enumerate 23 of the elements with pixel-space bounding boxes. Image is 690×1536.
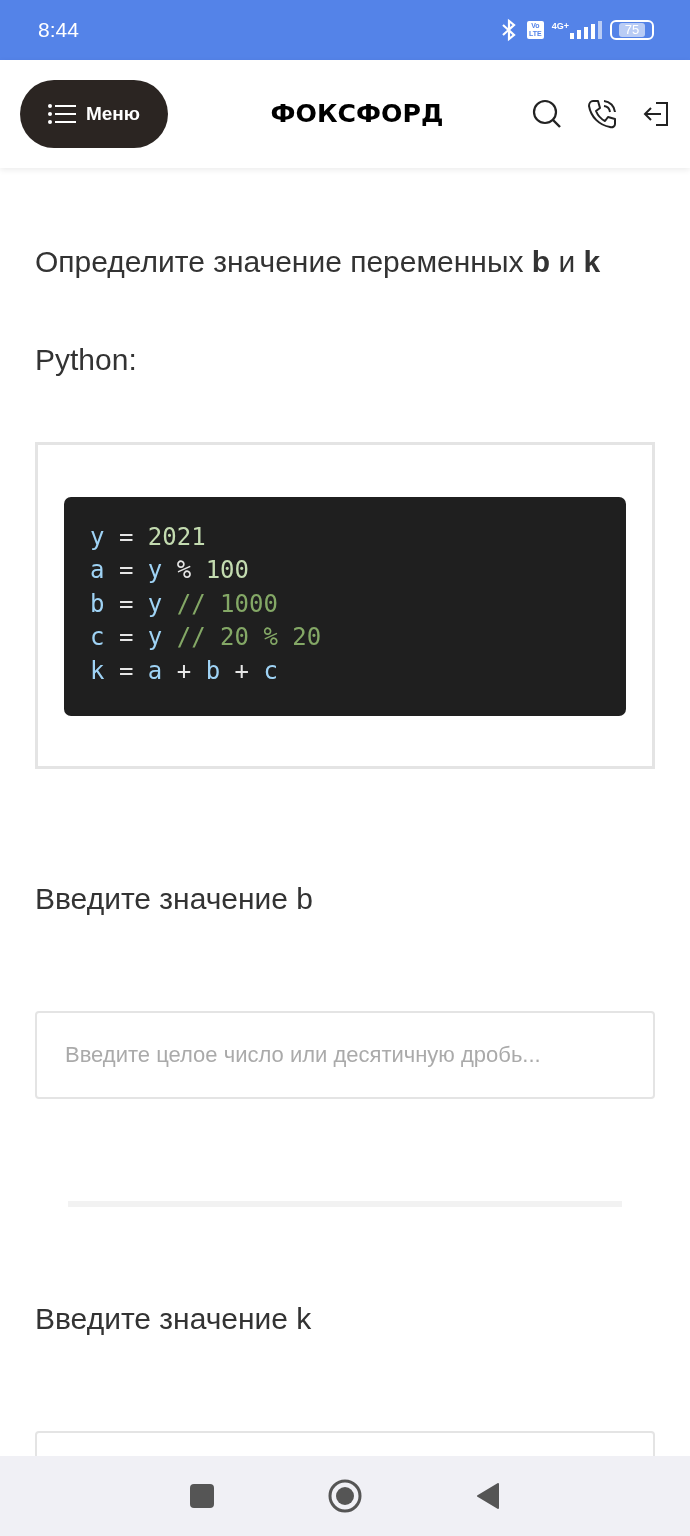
code-line: y = 2021 xyxy=(90,522,206,553)
question-text: Определите значение переменных b и k xyxy=(35,244,602,280)
answer-field[interactable]: Введите целое число или десятичную дробь... xyxy=(35,1011,655,1099)
home-button[interactable] xyxy=(328,1479,362,1513)
answer-label: Введите значение b xyxy=(35,881,314,917)
code-line: a = y % 100 xyxy=(90,555,249,587)
clock: 8:44 xyxy=(38,18,79,42)
code-line: b = y // 1000 xyxy=(90,588,278,620)
network-label: 4G+ xyxy=(551,21,569,31)
menu-button[interactable]: Меню xyxy=(20,80,168,148)
answer-label: Введите значение k xyxy=(35,1301,313,1337)
search-icon[interactable] xyxy=(532,99,562,129)
code-line: k = a + b + c xyxy=(90,655,278,687)
logo[interactable]: ФОКСФОРД xyxy=(173,100,541,128)
signal-icon xyxy=(570,21,602,39)
logout-icon[interactable] xyxy=(642,100,670,128)
back-button[interactable] xyxy=(476,1483,500,1509)
phone-icon[interactable] xyxy=(586,98,618,130)
battery-indicator: 75 xyxy=(610,20,654,40)
recents-button[interactable] xyxy=(190,1484,214,1508)
code-line: c = y // 20 % 20 xyxy=(90,622,322,654)
language-label: Python: xyxy=(35,342,138,378)
menu-icon xyxy=(47,104,76,124)
